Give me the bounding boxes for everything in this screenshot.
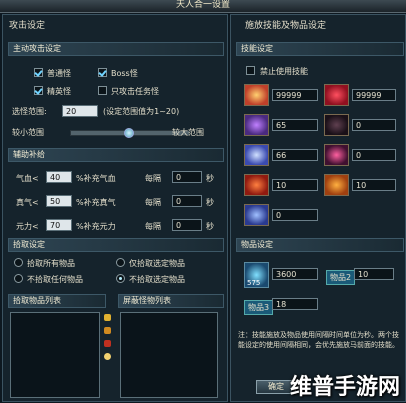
mp-supplement-label: %补充真气 [76,198,116,207]
pickup-item-list[interactable] [10,312,100,398]
skill-slot-9-icon[interactable] [244,204,269,226]
yuanli-interval-input[interactable]: 0 [172,219,202,231]
pickup-all-radio[interactable] [14,258,23,267]
hp-threshold-label: 气血< [16,174,39,183]
usage-note: 注：技能施放及物品使用间隔时间单位为秒。两个技能设定的使用间隔相同，会优先施放马… [238,331,399,349]
disable-skill-label: 禁止使用技能 [260,67,308,76]
pickup-none-radio[interactable] [14,274,23,283]
potion-icon[interactable] [104,340,111,347]
shield-monster-list-title: 屏蔽怪物列表 [118,294,224,308]
hp-interval-input[interactable]: 0 [172,171,202,183]
skill-settings-title: 技能设定 [236,42,404,56]
range-slider-thumb[interactable] [124,128,134,138]
skill-slot-1-value[interactable]: 99999 [272,89,318,101]
item-slot-1-count: 575 [247,279,261,287]
skill-slot-4-value[interactable]: 0 [352,119,396,131]
mp-interval-label: 每隔 [145,198,161,207]
item-slot-2-label: 物品2 [326,270,356,285]
mp-interval-input[interactable]: 0 [172,195,202,207]
target-range-label: 选怪范围: [12,107,47,116]
item-slot-3-label: 物品3 [244,300,274,315]
mp-interval-unit: 秒 [206,198,214,207]
item-slot-1-icon[interactable]: 575 [244,262,269,288]
normal-monster-label: 普通怪 [47,69,71,78]
target-range-hint: (设定范围值为1~20) [103,107,180,116]
add-arrow-icon[interactable] [104,314,111,321]
shield-monster-list[interactable] [120,312,218,398]
window-title: 天人合一设置 [0,0,406,13]
item-slot-2-value[interactable]: 10 [354,268,394,280]
target-range-input[interactable]: 20 [62,105,98,117]
skill-item-header: 施放技能及物品设定 [245,21,327,31]
hp-interval-unit: 秒 [206,174,214,183]
disable-skill-checkbox[interactable] [246,66,255,75]
auto-attack-section-title: 主动攻击设定 [8,42,224,56]
skill-slot-9-value[interactable]: 0 [272,209,318,221]
yuanli-threshold-input[interactable]: 70 [46,219,72,231]
skill-slot-6-icon[interactable] [324,144,349,166]
pickup-selected-label: 仅拾取选定物品 [129,259,185,268]
mp-threshold-input[interactable]: 50 [46,195,72,207]
pickup-list-title: 拾取物品列表 [8,294,106,308]
boss-monster-checkbox[interactable] [98,68,107,77]
pickup-all-label: 拾取所有物品 [27,259,75,268]
mp-threshold-label: 真气< [16,198,39,207]
item-settings-title: 物品设定 [236,238,404,252]
supplement-section-title: 辅助补给 [8,148,224,162]
attack-settings-header: 攻击设定 [9,21,46,31]
item-slot-1-value[interactable]: 3600 [272,268,318,280]
skill-slot-5-icon[interactable] [244,144,269,166]
pickup-none-label: 不拾取任何物品 [27,275,83,284]
skill-slot-7-value[interactable]: 10 [272,179,318,191]
skill-slot-6-value[interactable]: 0 [352,149,396,161]
large-range-label: 较大范围 [172,128,204,137]
boss-monster-label: Boss怪 [111,69,138,78]
yuanli-interval-unit: 秒 [206,222,214,231]
skill-slot-2-value[interactable]: 99999 [352,89,396,101]
pickup-exclude-selected-radio[interactable] [116,274,125,283]
skill-slot-2-icon[interactable] [324,84,349,106]
skill-slot-7-icon[interactable] [244,174,269,196]
quest-monster-only-label: 只攻击任务怪 [111,87,159,96]
skill-slot-3-icon[interactable] [244,114,269,136]
pickup-section-title: 拾取设定 [8,238,224,252]
hp-supplement-label: %补充气血 [76,174,116,183]
site-watermark: 维普手游网 [289,375,400,400]
quest-monster-only-checkbox[interactable] [98,86,107,95]
yuanli-supplement-label: %补充元力 [76,222,116,231]
skill-slot-8-value[interactable]: 10 [352,179,396,191]
small-range-label: 较小范围 [12,128,44,137]
yuanli-interval-label: 每隔 [145,222,161,231]
elite-monster-checkbox[interactable] [34,86,43,95]
hp-threshold-input[interactable]: 40 [46,171,72,183]
skill-slot-3-value[interactable]: 65 [272,119,318,131]
skill-slot-8-icon[interactable] [324,174,349,196]
normal-monster-checkbox[interactable] [34,68,43,77]
yuanli-threshold-label: 元力< [16,222,39,231]
skill-slot-4-icon[interactable] [324,114,349,136]
elite-monster-label: 精英怪 [47,87,71,96]
target-icon[interactable] [104,353,111,360]
item-slot-3-value[interactable]: 18 [272,298,318,310]
pickup-selected-radio[interactable] [116,258,125,267]
remove-arrow-icon[interactable] [104,327,111,334]
skill-slot-5-value[interactable]: 66 [272,149,318,161]
hp-interval-label: 每隔 [145,174,161,183]
skill-slot-1-icon[interactable] [244,84,269,106]
pickup-exclude-selected-label: 不拾取选定物品 [129,275,185,284]
